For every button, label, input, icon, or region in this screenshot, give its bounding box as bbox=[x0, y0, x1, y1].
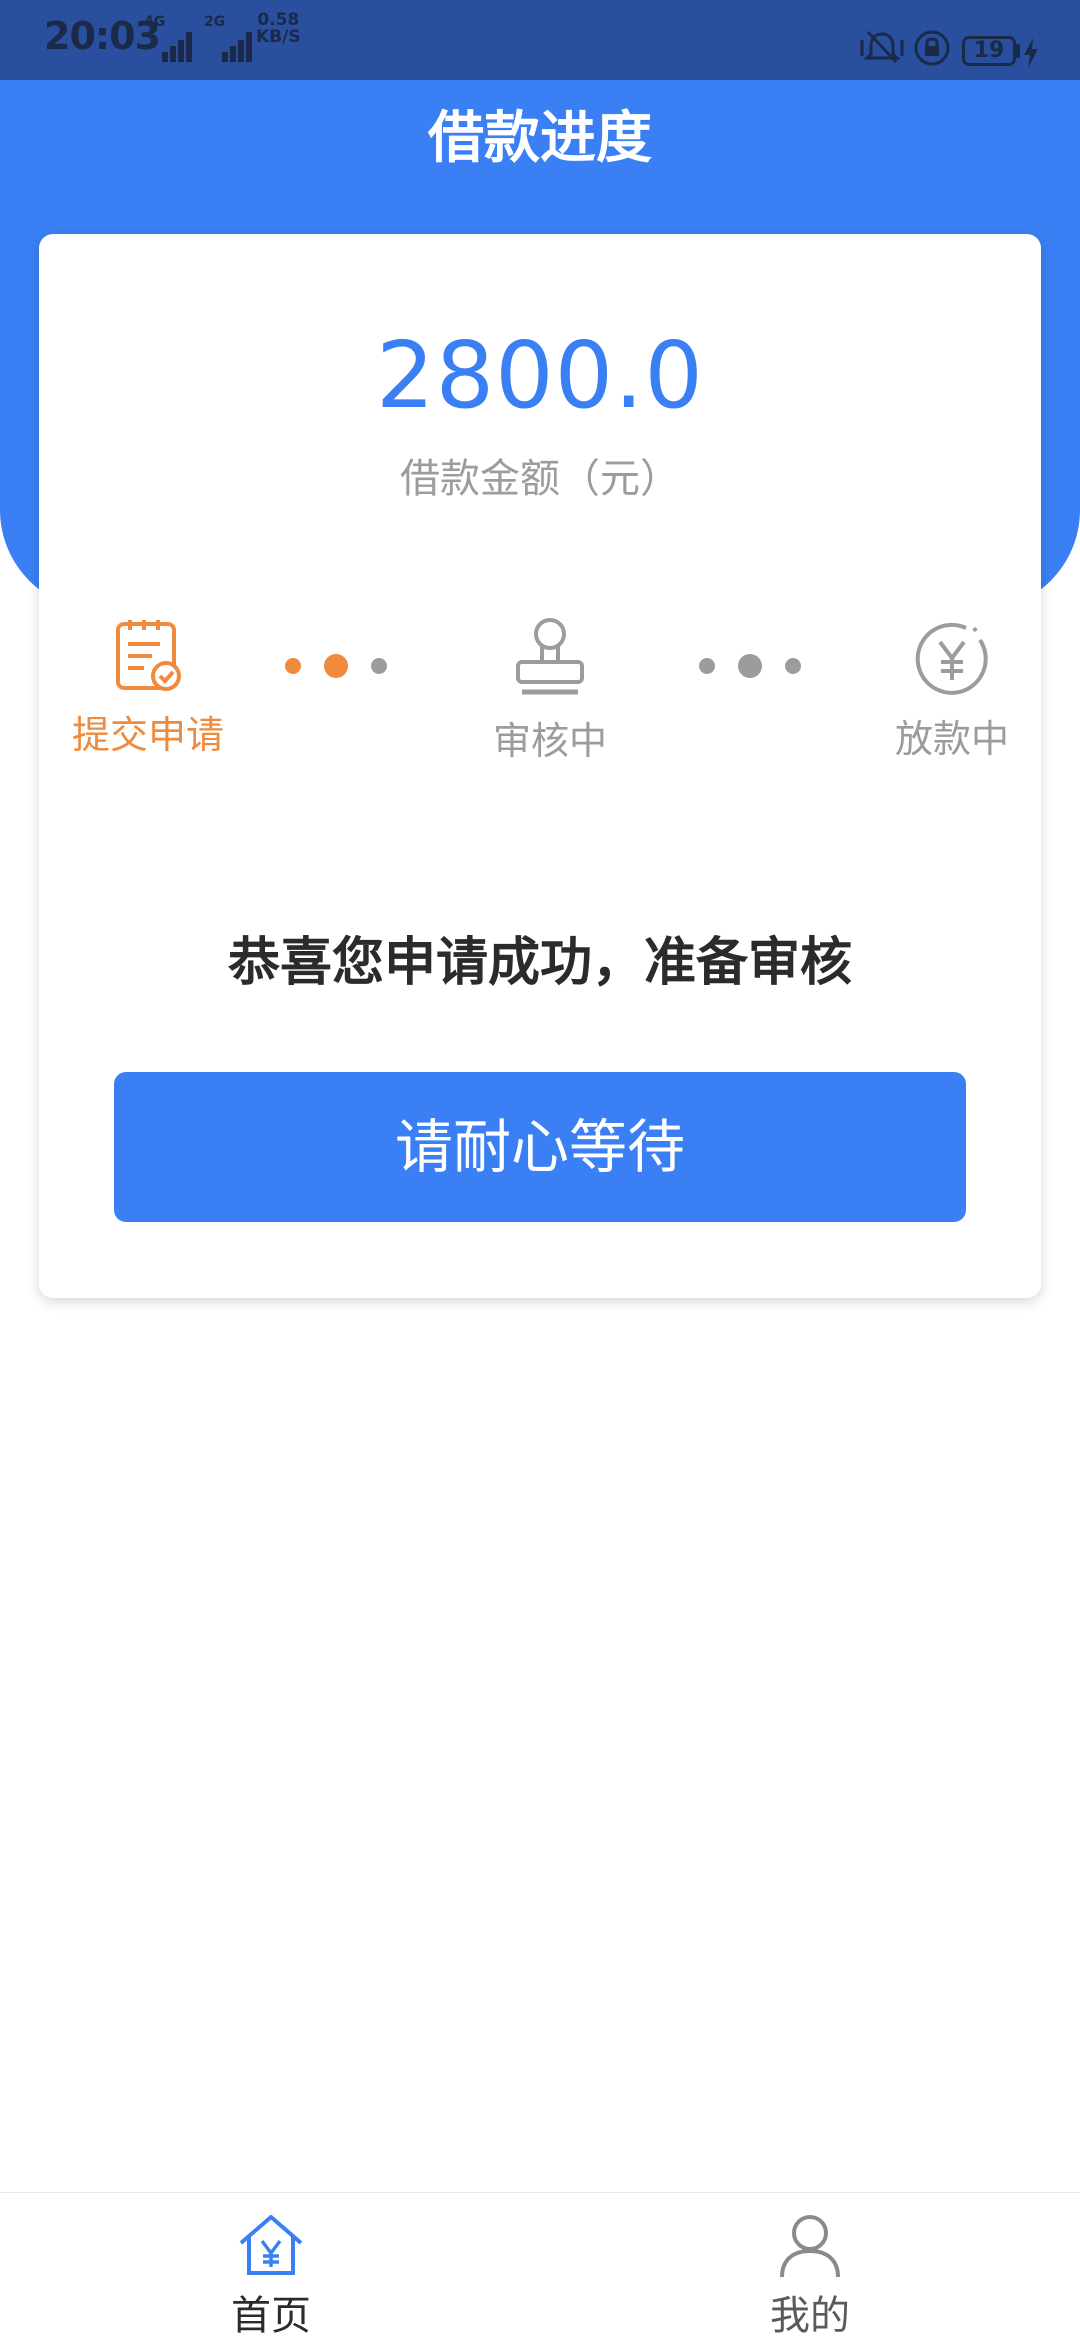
step-label: 审核中 bbox=[492, 719, 607, 763]
signal-2g-icon: 2G bbox=[200, 14, 256, 62]
battery-nub bbox=[1016, 44, 1020, 58]
progress-dot bbox=[738, 654, 762, 678]
signal-4g-icon: 4G bbox=[140, 14, 196, 62]
progress-dot bbox=[285, 658, 301, 674]
home-yuan-icon bbox=[239, 2215, 303, 2275]
loan-amount-label: 借款金额（元） bbox=[400, 456, 680, 502]
progress-dot bbox=[371, 658, 387, 674]
progress-dot bbox=[699, 658, 715, 674]
step-submit-application: 提交申请 bbox=[38, 612, 258, 762]
loan-amount: 2800.0 bbox=[376, 322, 704, 429]
tab-mine[interactable]: 我的 bbox=[660, 2193, 960, 2341]
charging-bolt-icon bbox=[1024, 38, 1038, 68]
tab-label: 我的 bbox=[770, 2293, 850, 2339]
battery-indicator: 19 bbox=[962, 36, 1016, 66]
step-under-review: 审核中 bbox=[440, 612, 660, 763]
tab-home[interactable]: 首页 bbox=[121, 2193, 421, 2341]
lock-rotation-icon bbox=[914, 30, 950, 66]
document-check-icon bbox=[116, 620, 181, 691]
step-disbursing: 放款中 bbox=[842, 612, 1062, 762]
bottom-tab-bar: 首页 我的 bbox=[0, 2192, 1080, 2341]
page-title: 借款进度 bbox=[428, 106, 652, 171]
progress-dot bbox=[785, 658, 801, 674]
status-bar: 20:03 4G 2G 0.58 KB/S 19 bbox=[0, 0, 1080, 80]
net-speed: 0.58 KB/S bbox=[256, 10, 301, 47]
status-message: 恭喜您申请成功，准备审核 bbox=[227, 933, 852, 993]
step-label: 放款中 bbox=[894, 717, 1009, 761]
vibrate-bell-icon bbox=[860, 30, 904, 64]
tab-label: 首页 bbox=[231, 2293, 311, 2339]
yuan-coin-icon bbox=[915, 622, 988, 695]
please-wait-button[interactable]: 请耐心等待 bbox=[114, 1072, 966, 1222]
stamp-icon bbox=[516, 618, 584, 695]
user-icon bbox=[780, 2215, 840, 2278]
progress-dot bbox=[324, 654, 348, 678]
step-label: 提交申请 bbox=[71, 713, 224, 757]
